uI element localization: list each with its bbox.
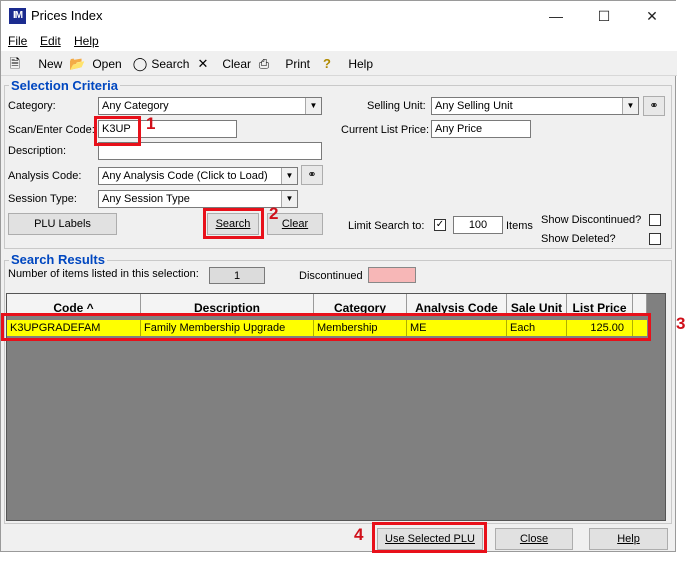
menu-edit[interactable]: Edit [40, 34, 61, 48]
show-deleted-checkbox[interactable] [649, 233, 661, 245]
menu-help[interactable]: Help [74, 34, 99, 48]
show-deleted-label: Show Deleted? [541, 233, 616, 245]
column-header-analysis-code[interactable]: Analysis Code [407, 294, 507, 315]
plu-labels-button[interactable]: PLU Labels [8, 213, 117, 235]
annotation-box-4 [372, 522, 487, 553]
analysis-lookup-binoculars-icon[interactable]: ⚭ [301, 165, 323, 185]
maximize-icon[interactable]: ☐ [589, 5, 619, 27]
clear-x-icon: ✕ [197, 56, 209, 71]
column-header-filler [633, 294, 647, 315]
menu-bar: File Edit Help [1, 32, 677, 51]
print-button[interactable]: ⎙ Print [256, 55, 310, 73]
search-toolbar-button[interactable]: ◯ Search [132, 55, 190, 73]
binoculars-icon: ◯ [132, 56, 148, 71]
help-button[interactable]: Help [589, 528, 668, 550]
chevron-down-icon: ▼ [622, 98, 638, 114]
help-question-icon: ? [323, 56, 331, 71]
scan-code-label: Scan/Enter Code: [8, 124, 95, 136]
printer-icon: ⎙ [258, 56, 270, 71]
category-combo[interactable]: Any Category ▼ [98, 97, 322, 115]
annotation-number-1: 1 [146, 114, 156, 133]
selling-unit-combo[interactable]: Any Selling Unit ▼ [431, 97, 639, 115]
column-header-sale-unit[interactable]: Sale Unit [507, 294, 567, 315]
items-label: Items [506, 220, 533, 232]
current-list-price-input[interactable]: Any Price [431, 120, 531, 138]
new-file-icon: 🗎 [9, 56, 21, 71]
open-button[interactable]: 📂 Open [69, 55, 122, 73]
item-count-value: 1 [209, 267, 265, 284]
limit-count-input[interactable]: 100 [453, 216, 503, 234]
open-folder-icon: 📂 [69, 56, 86, 71]
annotation-box-3 [1, 313, 651, 341]
category-label: Category: [8, 100, 56, 112]
title-bar: IM Prices Index — ☐ ✕ [1, 1, 677, 32]
prices-index-window: IM Prices Index — ☐ ✕ File Edit Help 🗎 N… [0, 0, 677, 552]
annotation-box-2 [203, 208, 264, 239]
session-type-combo[interactable]: Any Session Type ▼ [98, 190, 298, 208]
chevron-down-icon: ▼ [281, 168, 297, 184]
annotation-number-3: 3 [676, 314, 686, 333]
clear-toolbar-button[interactable]: ✕ Clear [195, 55, 251, 73]
analysis-code-combo[interactable]: Any Analysis Code (Click to Load) ▼ [98, 167, 298, 185]
selling-unit-label: Selling Unit: [367, 100, 426, 112]
discontinued-color-swatch [368, 267, 416, 283]
item-count-label: Number of items listed in this selection… [8, 268, 199, 280]
description-label: Description: [8, 145, 67, 157]
column-header-list-price[interactable]: List Price [567, 294, 633, 315]
close-icon[interactable]: ✕ [637, 5, 667, 27]
menu-file[interactable]: File [8, 34, 27, 48]
search-results-title: Search Results [9, 252, 107, 267]
limit-search-label: Limit Search to: [348, 220, 425, 232]
window-title: Prices Index [31, 8, 103, 23]
column-header-category[interactable]: Category [314, 294, 407, 315]
column-header-description[interactable]: Description [141, 294, 314, 315]
selling-unit-binoculars-icon[interactable]: ⚭ [643, 96, 665, 116]
help-toolbar-button[interactable]: ? Help [319, 55, 373, 73]
new-button[interactable]: 🗎 New [7, 55, 63, 73]
show-discontinued-label: Show Discontinued? [541, 214, 642, 226]
discontinued-legend-label: Discontinued [299, 270, 363, 282]
toolbar: 🗎 New 📂 Open ◯ Search ✕ Clear ⎙ Print ? … [1, 51, 677, 76]
minimize-icon[interactable]: — [541, 5, 571, 27]
close-button[interactable]: Close [495, 528, 573, 550]
current-list-price-label: Current List Price: [341, 124, 430, 136]
annotation-box-1 [94, 116, 141, 146]
selection-criteria-title: Selection Criteria [9, 78, 120, 93]
chevron-down-icon: ▼ [281, 191, 297, 207]
session-type-label: Session Type: [8, 193, 77, 205]
annotation-number-4: 4 [354, 525, 364, 544]
show-discontinued-checkbox[interactable] [649, 214, 661, 226]
chevron-down-icon: ▼ [305, 98, 321, 114]
limit-search-checkbox[interactable]: ✓ [434, 219, 446, 231]
annotation-number-2: 2 [269, 204, 279, 223]
analysis-code-label: Analysis Code: [8, 170, 82, 182]
column-header-code[interactable]: Code ^ [7, 294, 141, 315]
app-logo-icon: IM [9, 8, 26, 24]
